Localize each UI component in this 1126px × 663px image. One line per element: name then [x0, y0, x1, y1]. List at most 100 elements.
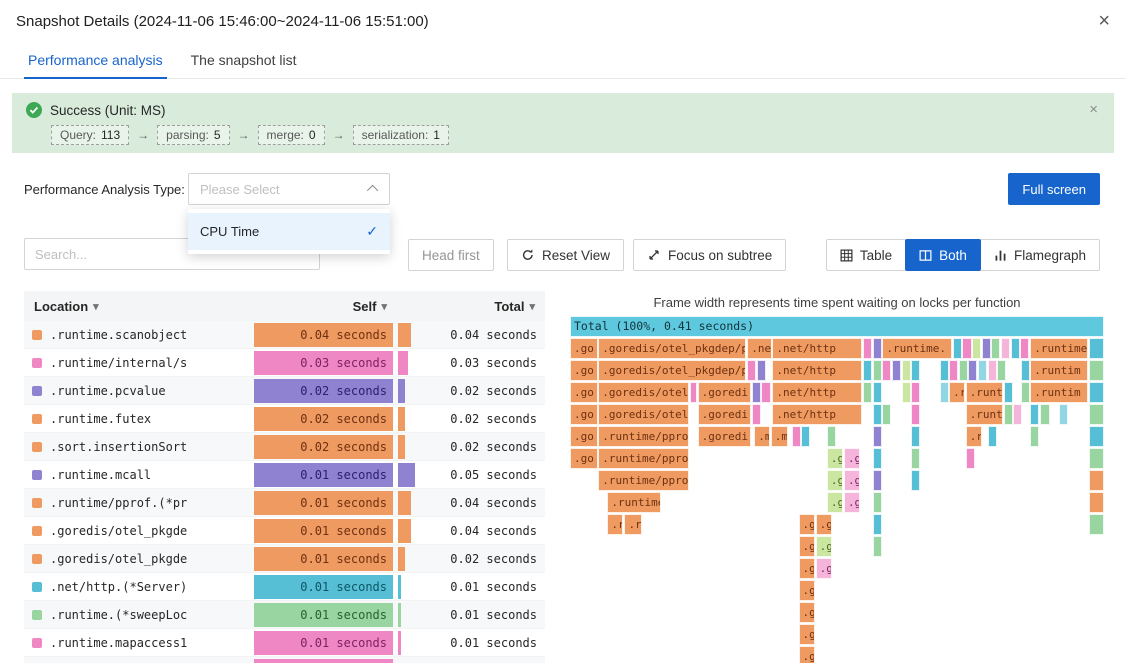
flame-cell[interactable]: .runtime. [882, 338, 952, 359]
flame-cell[interactable] [882, 360, 892, 381]
table-row[interactable]: .sort.insertionSort 0.02 seconds 0.02 seco… [24, 433, 545, 461]
flame-cell[interactable] [1030, 404, 1040, 425]
flame-cell[interactable] [872, 382, 882, 403]
flame-cell[interactable]: .go [570, 448, 598, 469]
flame-cell[interactable] [949, 360, 959, 381]
tab-performance-analysis[interactable]: Performance analysis [24, 42, 167, 79]
flame-cell[interactable] [882, 404, 892, 425]
column-header-total[interactable]: Total ▾ [395, 299, 545, 314]
flame-cell[interactable] [1020, 360, 1030, 381]
flame-cell[interactable] [872, 404, 882, 425]
table-row[interactable]: .runtime.(*sweepLoc 0.01 seconds 0.01 seco… [24, 601, 545, 629]
flame-cell[interactable] [1040, 404, 1050, 425]
flame-cell[interactable]: .runtime/pprof. [598, 448, 690, 469]
column-header-location[interactable]: Location ▾ [24, 299, 252, 314]
flame-cell[interactable] [958, 360, 968, 381]
flame-cell[interactable]: .runtim [1030, 382, 1088, 403]
flame-cell[interactable] [1020, 382, 1030, 403]
flame-cell[interactable] [1003, 404, 1013, 425]
flame-cell[interactable] [972, 338, 982, 359]
flame-cell[interactable] [872, 448, 882, 469]
column-header-self[interactable]: Self ▾ [252, 299, 395, 314]
flame-cell[interactable]: .ru [607, 514, 624, 535]
flame-cell[interactable] [1030, 426, 1040, 447]
flame-cell[interactable] [939, 360, 949, 381]
flame-cell[interactable]: .go [570, 382, 598, 403]
flame-cell[interactable]: .goredi [697, 426, 752, 447]
flame-cell[interactable]: .ru [949, 382, 966, 403]
focus-subtree-button[interactable]: Focus on subtree [633, 239, 787, 271]
flame-cell[interactable]: .gi [826, 448, 843, 469]
flame-cell[interactable] [987, 360, 997, 381]
table-row[interactable]: .runtime.mapaccess1 0.01 seconds 0.01 seco… [24, 629, 545, 657]
flame-cell[interactable] [1020, 338, 1030, 359]
flame-cell[interactable]: .gi [843, 492, 860, 513]
flame-cell[interactable]: .runt [965, 382, 1004, 403]
flame-cell[interactable]: .ne [747, 338, 772, 359]
flame-cell[interactable] [751, 404, 761, 425]
flame-cell[interactable]: .go [798, 580, 815, 601]
flame-cell[interactable]: .runtim [1030, 360, 1088, 381]
sort-caret-icon[interactable]: ▾ [381, 300, 387, 313]
flame-cell[interactable]: .ma [770, 426, 788, 447]
flame-cell[interactable]: .gi [826, 492, 843, 513]
flame-cell[interactable]: .ru [965, 426, 982, 447]
flame-cell[interactable] [991, 338, 1001, 359]
flame-cell[interactable] [826, 426, 836, 447]
flame-cell[interactable]: .runtime/pprof. [598, 426, 690, 447]
flame-cell[interactable] [987, 426, 997, 447]
flame-cell[interactable]: .goredi [697, 382, 752, 403]
flame-cell[interactable] [872, 360, 882, 381]
flame-cell[interactable]: .go [798, 536, 815, 557]
flame-cell[interactable] [1059, 404, 1069, 425]
flame-cell[interactable] [901, 360, 911, 381]
flame-cell[interactable] [1010, 338, 1020, 359]
flame-cell[interactable] [911, 382, 921, 403]
flame-cell[interactable] [761, 382, 771, 403]
flame-cell[interactable]: .goredis/otel_p [598, 382, 690, 403]
flame-cell[interactable]: .gi [843, 448, 860, 469]
flame-cell[interactable] [872, 492, 882, 513]
flame-cell[interactable]: .go [570, 426, 598, 447]
flame-cell[interactable] [1089, 492, 1104, 513]
flame-cell[interactable]: .net/http [772, 382, 863, 403]
flame-cell[interactable] [911, 470, 921, 491]
table-row[interactable]: .runtime.mcall 0.01 seconds 0.05 seconds [24, 461, 545, 489]
flame-cell[interactable] [911, 404, 921, 425]
flame-cell[interactable] [872, 426, 882, 447]
flame-cell[interactable] [962, 338, 972, 359]
flame-cell[interactable] [1089, 404, 1104, 425]
sort-caret-icon[interactable]: ▾ [529, 300, 535, 313]
flame-cell[interactable]: .go [798, 646, 815, 663]
flame-cell[interactable]: .go [570, 360, 598, 381]
flame-cell[interactable]: .net/http [772, 360, 863, 381]
table-row[interactable]: .runtime/internal/s 0.03 seconds 0.03 seco… [24, 349, 545, 377]
flame-cell[interactable]: .go [570, 338, 598, 359]
flame-cell[interactable] [872, 470, 882, 491]
flame-cell[interactable]: .go [798, 624, 815, 645]
table-row[interactable]: .net/http.(*Server) 0.01 seconds 0.01 seco… [24, 573, 545, 601]
flame-cell[interactable] [1089, 360, 1104, 381]
flame-cell[interactable] [968, 360, 978, 381]
flame-cell[interactable] [1089, 426, 1104, 447]
flame-cell[interactable] [872, 514, 882, 535]
flame-cell[interactable] [1003, 382, 1013, 403]
flame-cell[interactable] [939, 382, 949, 403]
analysis-type-select[interactable]: Please Select [188, 173, 390, 205]
flame-cell[interactable] [997, 360, 1007, 381]
flame-cell[interactable] [911, 360, 921, 381]
head-first-button[interactable]: Head first [408, 239, 494, 271]
flame-cell[interactable] [751, 382, 761, 403]
flame-cell[interactable]: .net/http [772, 404, 863, 425]
flame-cell[interactable]: .gi [815, 558, 832, 579]
banner-close-icon[interactable]: × [1089, 101, 1098, 118]
table-row[interactable] [24, 657, 545, 663]
flame-cell[interactable] [981, 338, 991, 359]
flame-cell[interactable] [1089, 514, 1104, 535]
flame-cell[interactable]: .goredi [697, 404, 752, 425]
flame-cell[interactable]: .goredis/otel_pkgdep/p [598, 360, 747, 381]
flame-cell[interactable]: .gi [843, 470, 860, 491]
fullscreen-button[interactable]: Full screen [1008, 173, 1100, 205]
flame-cell[interactable]: .runt [965, 404, 1004, 425]
table-row[interactable]: .goredis/otel_pkgde 0.01 seconds 0.04 seco… [24, 517, 545, 545]
